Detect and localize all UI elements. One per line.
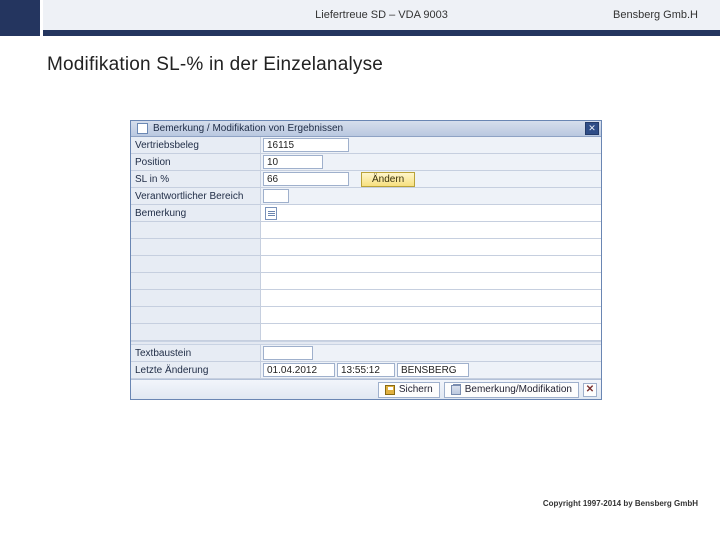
input-sl[interactable]: 66 xyxy=(263,172,349,186)
last-change-date[interactable]: 01.04.2012 xyxy=(263,363,335,377)
dialog-title: Bemerkung / Modifikation von Ergebnissen xyxy=(153,123,585,134)
save-button[interactable]: Sichern xyxy=(378,382,440,398)
dialog-titlebar: Bemerkung / Modifikation von Ergebnissen… xyxy=(131,121,601,137)
header-underline xyxy=(0,30,720,36)
cancel-icon[interactable]: ✕ xyxy=(583,383,597,397)
page-title: Modifikation SL-% in der Einzelanalyse xyxy=(0,36,720,92)
header-title: Liefertreue SD – VDA 9003 xyxy=(315,9,448,21)
memo-line[interactable] xyxy=(131,273,601,290)
dialog-toolbar: Sichern Bemerkung/Modifikation ✕ xyxy=(131,379,601,399)
row-letzte-aenderung: Letzte Änderung 01.04.2012 13:55:12 BENS… xyxy=(131,362,601,379)
input-vertriebsbeleg[interactable]: 16115 xyxy=(263,138,349,152)
label-vertriebsbeleg: Vertriebsbeleg xyxy=(131,137,261,153)
change-button[interactable]: Ändern xyxy=(361,172,415,187)
row-textbaustein: Textbaustein xyxy=(131,345,601,362)
memo-line[interactable] xyxy=(131,290,601,307)
sap-dialog: Bemerkung / Modifikation von Ergebnissen… xyxy=(130,120,602,400)
memo-line[interactable] xyxy=(131,256,601,273)
header-company: Bensberg Gmb.H xyxy=(613,9,698,21)
dialog-body: Vertriebsbeleg 16115 Position 10 SL in %… xyxy=(131,137,601,379)
last-change-user[interactable]: BENSBERG xyxy=(397,363,469,377)
header-track: Liefertreue SD – VDA 9003 Bensberg Gmb.H xyxy=(43,0,720,30)
memo-line[interactable] xyxy=(131,222,601,239)
input-position[interactable]: 10 xyxy=(263,155,323,169)
row-position: Position 10 xyxy=(131,154,601,171)
document-icon xyxy=(137,123,148,134)
page-header: Liefertreue SD – VDA 9003 Bensberg Gmb.H xyxy=(0,0,720,30)
memo-icon[interactable] xyxy=(265,207,277,220)
copyright: Copyright 1997-2014 by Bensberg GmbH xyxy=(543,499,698,508)
input-textbaustein[interactable] xyxy=(263,346,313,360)
input-bereich[interactable] xyxy=(263,189,289,203)
memo-line[interactable] xyxy=(131,324,601,341)
last-change-time[interactable]: 13:55:12 xyxy=(337,363,395,377)
row-bemerkung: Bemerkung xyxy=(131,205,601,222)
save-label: Sichern xyxy=(399,384,433,395)
label-sl: SL in % xyxy=(131,171,261,187)
label-position: Position xyxy=(131,154,261,170)
memo-line[interactable] xyxy=(131,239,601,256)
label-letzte: Letzte Änderung xyxy=(131,362,261,378)
label-bereich: Verantwortlicher Bereich xyxy=(131,188,261,204)
label-textbaustein: Textbaustein xyxy=(131,345,261,361)
save-icon xyxy=(385,385,395,395)
header-accent-block xyxy=(0,0,40,30)
row-sl: SL in % 66 Ändern xyxy=(131,171,601,188)
trash-icon xyxy=(451,385,461,395)
row-vertriebsbeleg: Vertriebsbeleg 16115 xyxy=(131,137,601,154)
close-icon[interactable]: ✕ xyxy=(585,122,599,135)
remark-label: Bemerkung/Modifikation xyxy=(465,384,572,395)
row-bereich: Verantwortlicher Bereich xyxy=(131,188,601,205)
memo-line[interactable] xyxy=(131,307,601,324)
remark-modification-button[interactable]: Bemerkung/Modifikation xyxy=(444,382,579,398)
label-bemerkung: Bemerkung xyxy=(131,205,261,221)
